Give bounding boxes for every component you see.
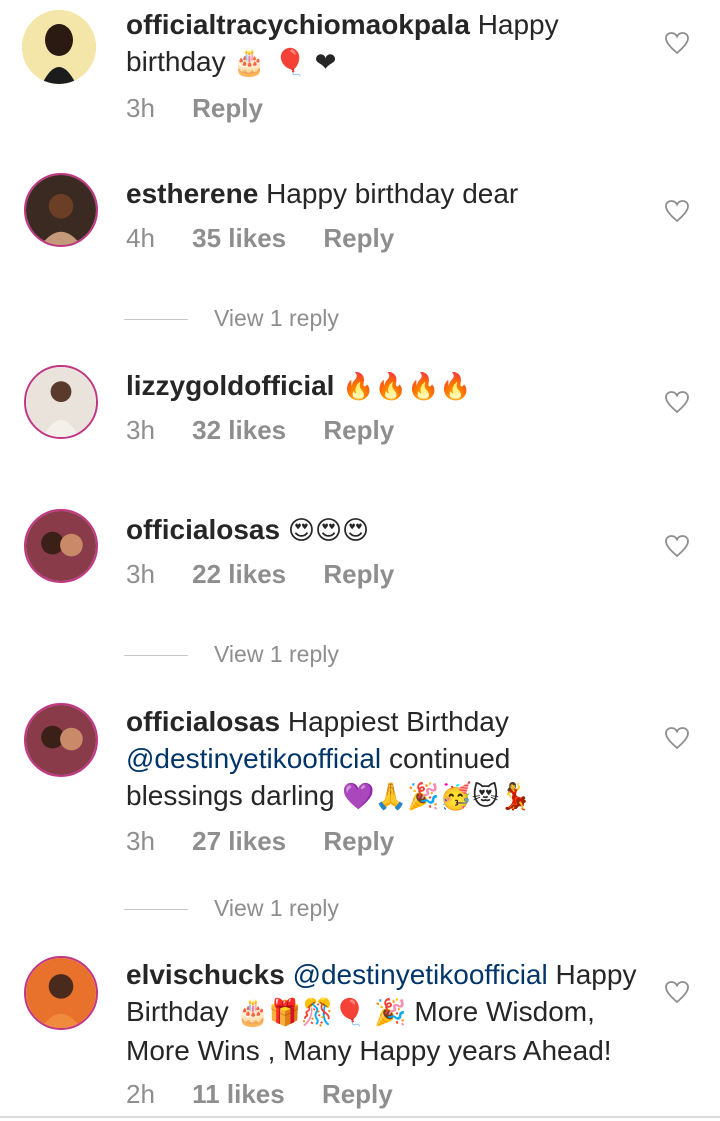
comment-time: 2h [126,1079,155,1109]
comment-emoji: 💜🙏🎉🥳😻💃 [342,782,532,812]
mention-link[interactable]: @destinyetikoofficial [293,959,548,990]
comment-username[interactable]: officialosas [126,514,280,545]
comment-body-continued: More Wisdom, [414,996,595,1027]
reply-button[interactable]: Reply [323,825,394,857]
comment-body: Happy birthday dear [266,178,519,209]
comment-meta: 3h Reply [126,92,293,124]
reply-button[interactable]: Reply [323,558,394,590]
comment-meta: 3h 22 likes Reply [126,558,424,590]
comment-meta: 4h 35 likes Reply [126,222,424,254]
avatar[interactable] [22,10,96,84]
like-heart-icon[interactable] [664,726,690,750]
comment-text: lizzygoldofficial 🔥🔥🔥🔥 [126,367,646,406]
avatar[interactable] [24,173,98,247]
comment-body-continued: Birthday [126,996,229,1027]
profile-photo-icon [26,175,96,245]
reply-button[interactable]: Reply [322,1078,393,1110]
comment-time: 3h [126,826,155,856]
comment-text: officialosas 😍😍😍 [126,511,646,550]
comment-time: 3h [126,93,155,123]
avatar[interactable] [24,365,98,439]
like-heart-icon[interactable] [664,31,690,55]
comment-emoji: 🎂 🎈 ❤ [233,48,337,78]
profile-photo-icon [26,511,96,581]
divider [124,909,188,911]
comment-text: officialtracychiomaokpala Happy birthday… [126,6,646,82]
avatar[interactable] [24,509,98,583]
comment-body: Happiest Birthday [287,706,509,737]
comment-time: 3h [126,559,155,589]
comment-emoji: 🔥🔥🔥🔥 [342,372,472,402]
comment-username[interactable]: estherene [126,178,258,209]
comment-time: 4h [126,223,155,253]
profile-photo-icon [26,705,96,775]
mention-link[interactable]: @destinyetikoofficial [126,743,381,774]
divider [124,319,188,321]
comment-body-continued: blessings darling [126,780,335,811]
like-heart-icon[interactable] [664,534,690,558]
comment-emoji: 😍😍😍 [287,516,370,546]
comment-meta: 3h 32 likes Reply [126,414,424,446]
divider [0,1116,720,1118]
comment-likes[interactable]: 11 likes [192,1078,285,1110]
comment-meta: 3h 27 likes Reply [126,825,424,857]
profile-photo-icon [26,958,96,1028]
comment-body-continued: birthday [126,46,226,77]
comment-meta: 2h 11 likes Reply [126,1078,423,1110]
comment-emoji: 🎂🎁🎊🎈 🎉 [236,998,407,1028]
comment-username[interactable]: lizzygoldofficial [126,370,334,401]
comment-body-continued: More Wins , Many Happy years Ahead! [126,1035,612,1066]
comment-username[interactable]: officialosas [126,706,280,737]
comment-username[interactable]: officialtracychiomaokpala [126,9,470,40]
comment-text: estherene Happy birthday dear [126,175,646,212]
comment-time: 3h [126,415,155,445]
comment-likes[interactable]: 27 likes [192,825,286,857]
view-replies-link[interactable]: View 1 reply [124,302,339,334]
reply-button[interactable]: Reply [323,222,394,254]
comment-body-continued: continued [388,743,511,774]
like-heart-icon[interactable] [664,199,690,223]
comment-username[interactable]: elvischucks [126,959,285,990]
like-heart-icon[interactable] [664,980,690,1004]
view-replies-label: View 1 reply [214,895,339,921]
comment-likes[interactable]: 32 likes [192,414,286,446]
like-heart-icon[interactable] [664,390,690,414]
comment-body: Happy [477,9,559,40]
view-replies-label: View 1 reply [214,305,339,331]
divider [124,655,188,657]
reply-button[interactable]: Reply [323,414,394,446]
view-replies-link[interactable]: View 1 reply [124,638,339,670]
view-replies-link[interactable]: View 1 reply [124,892,339,924]
comment-likes[interactable]: 35 likes [192,222,286,254]
view-replies-label: View 1 reply [214,641,339,667]
comment-body: Happy [555,959,637,990]
profile-photo-icon [26,367,96,437]
reply-button[interactable]: Reply [192,92,263,124]
profile-photo-icon [22,10,96,84]
comment-likes[interactable]: 22 likes [192,558,286,590]
comment-text: elvischucks @destinyetikoofficial Happy … [126,956,646,1069]
avatar[interactable] [24,956,98,1030]
avatar[interactable] [24,703,98,777]
comment-text: officialosas Happiest Birthday @destinye… [126,703,646,816]
